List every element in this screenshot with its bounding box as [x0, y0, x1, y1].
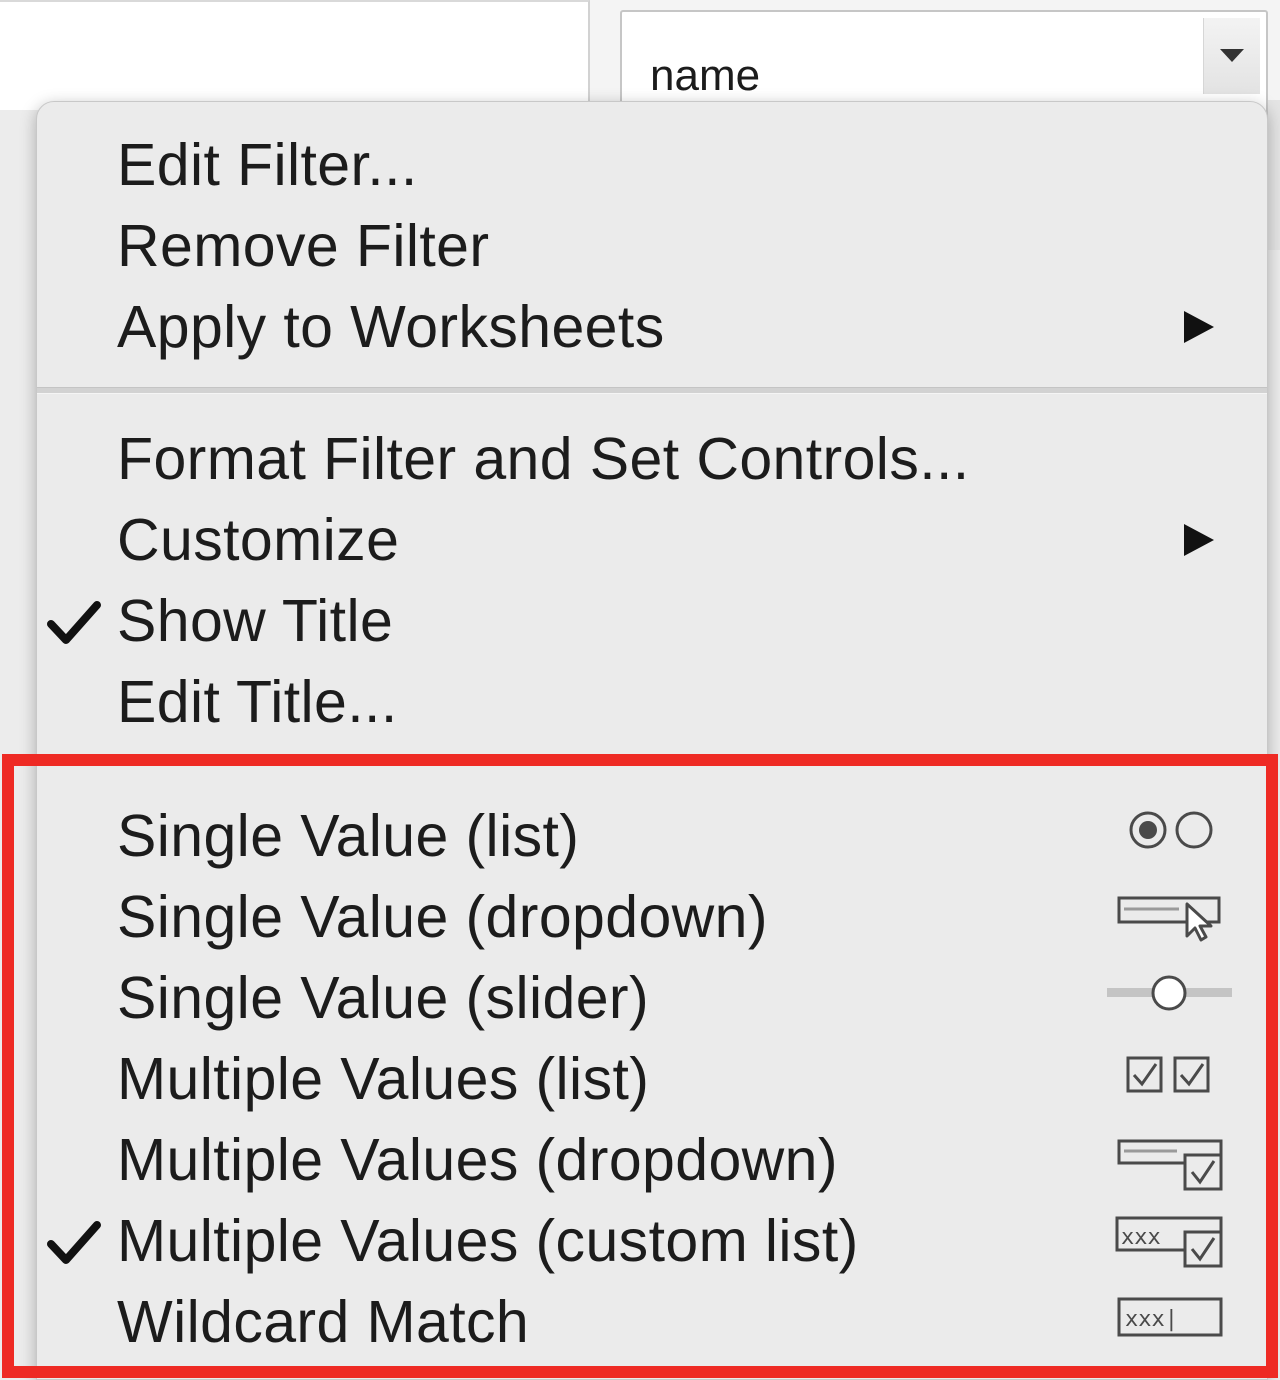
menu-item-label: Multiple Values (dropdown): [117, 1127, 838, 1193]
dropdown-cursor-icon: [1107, 876, 1227, 958]
menu-item-apply-to-worksheets[interactable]: Apply to Worksheets: [37, 286, 1267, 368]
menu-item-single-value-slider[interactable]: Single Value (slider): [37, 957, 1267, 1039]
submenu-arrow-icon: [1184, 524, 1214, 556]
menu-item-multiple-values-custom-list[interactable]: Multiple Values (custom list) xxx: [37, 1200, 1267, 1282]
menu-item-label: Multiple Values (list): [117, 1046, 650, 1112]
menu-item-single-value-list[interactable]: Single Value (list): [37, 795, 1267, 877]
menu-item-label: Format Filter and Set Controls...: [117, 426, 970, 492]
menu-item-label: Show Title: [117, 588, 394, 654]
menu-item-wildcard-match[interactable]: Wildcard Match xxx|: [37, 1281, 1267, 1363]
menu-item-label: Apply to Worksheets: [117, 294, 665, 360]
menu-separator: [37, 387, 1267, 394]
menu-item-label: Single Value (list): [117, 803, 580, 869]
checkmark-icon: [47, 1221, 101, 1264]
filter-context-menu: Edit Filter... Remove Filter Apply to Wo…: [36, 101, 1268, 1380]
menu-item-show-title[interactable]: Show Title: [37, 580, 1267, 662]
menu-item-format-filter-controls[interactable]: Format Filter and Set Controls...: [37, 418, 1267, 500]
menu-item-customize[interactable]: Customize: [37, 499, 1267, 581]
menu-item-label: Wildcard Match: [117, 1289, 530, 1355]
submenu-arrow-icon: [1184, 311, 1214, 343]
wildcard-field-icon: xxx|: [1107, 1281, 1227, 1363]
menu-item-single-value-dropdown[interactable]: Single Value (dropdown): [37, 876, 1267, 958]
dropdown-checkbox-icon: [1107, 1119, 1227, 1201]
scrollbar[interactable]: [1266, 100, 1280, 250]
menu-item-edit-title[interactable]: Edit Title...: [37, 661, 1267, 743]
menu-item-label: Customize: [117, 507, 400, 573]
chevron-down-icon: [1220, 49, 1244, 62]
menu-item-label: Multiple Values (custom list): [117, 1208, 859, 1274]
menu-item-multiple-values-list[interactable]: Multiple Values (list): [37, 1038, 1267, 1120]
wildcard-field-icon-text: xxx|: [1125, 1307, 1178, 1332]
radio-buttons-icon: [1107, 795, 1227, 877]
menu-item-label: Edit Filter...: [117, 132, 418, 198]
menu-item-remove-filter[interactable]: Remove Filter: [37, 205, 1267, 287]
menu-item-label: Remove Filter: [117, 213, 490, 279]
menu-item-label: Single Value (dropdown): [117, 884, 768, 950]
checkboxes-icon: [1107, 1038, 1227, 1120]
checkmark-icon: [47, 601, 101, 644]
dropdown-arrow-button[interactable]: [1203, 18, 1260, 94]
custom-list-icon: xxx: [1107, 1200, 1227, 1282]
menu-item-multiple-values-dropdown[interactable]: Multiple Values (dropdown): [37, 1119, 1267, 1201]
slider-icon: [1107, 957, 1232, 1039]
menu-item-edit-filter[interactable]: Edit Filter...: [37, 124, 1267, 206]
worksheet-panel: [0, 0, 590, 110]
filter-dropdown-value: name: [650, 51, 761, 100]
menu-item-label: Single Value (slider): [117, 965, 649, 1031]
custom-list-icon-text: xxx: [1121, 1225, 1161, 1250]
menu-item-label: Edit Title...: [117, 669, 398, 735]
